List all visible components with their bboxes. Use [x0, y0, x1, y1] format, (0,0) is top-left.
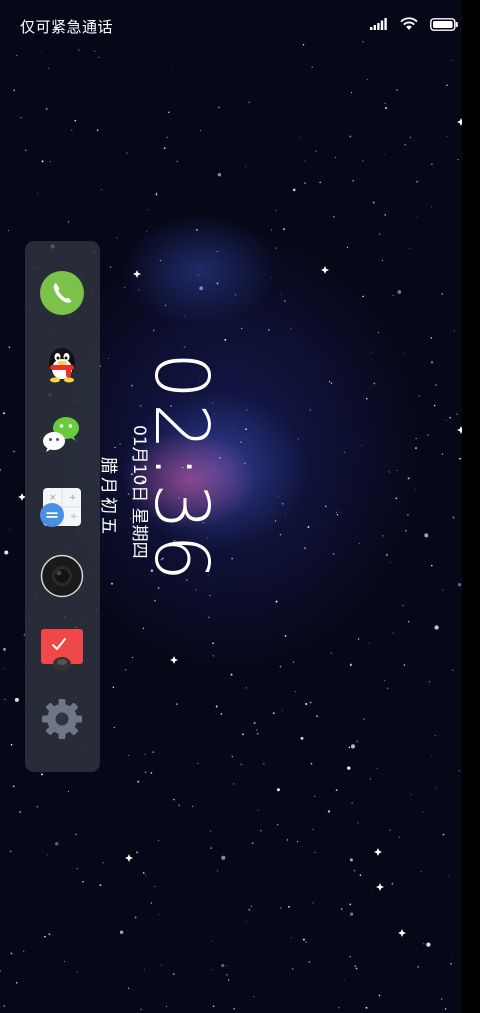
music-app-icon[interactable] [39, 627, 85, 673]
settings-app-icon[interactable] [39, 696, 85, 742]
screen-edge [462, 0, 480, 1013]
svg-text:÷: ÷ [70, 512, 78, 522]
qq-app-icon[interactable] [39, 342, 85, 388]
date-text: 01月10日 星期四 [129, 425, 149, 559]
wechat-app-icon[interactable] [39, 411, 85, 457]
calculator-app-icon[interactable]: × + ÷ [39, 485, 85, 531]
carrier-status-text: 仅可紧急通话 [20, 18, 114, 36]
lunar-date-text: 腊月初五 [98, 457, 118, 537]
status-bar: 仅可紧急通话 [0, 0, 480, 52]
wifi-icon [400, 17, 418, 30]
camera-app-icon[interactable] [39, 553, 85, 599]
status-icons [370, 17, 458, 31]
battery-icon [430, 17, 458, 31]
app-dock: × + ÷ [25, 241, 100, 772]
svg-text:×: × [49, 493, 57, 503]
signal-bars-icon [370, 18, 387, 30]
phone-app-icon[interactable] [39, 270, 85, 316]
svg-text:+: + [69, 493, 77, 503]
